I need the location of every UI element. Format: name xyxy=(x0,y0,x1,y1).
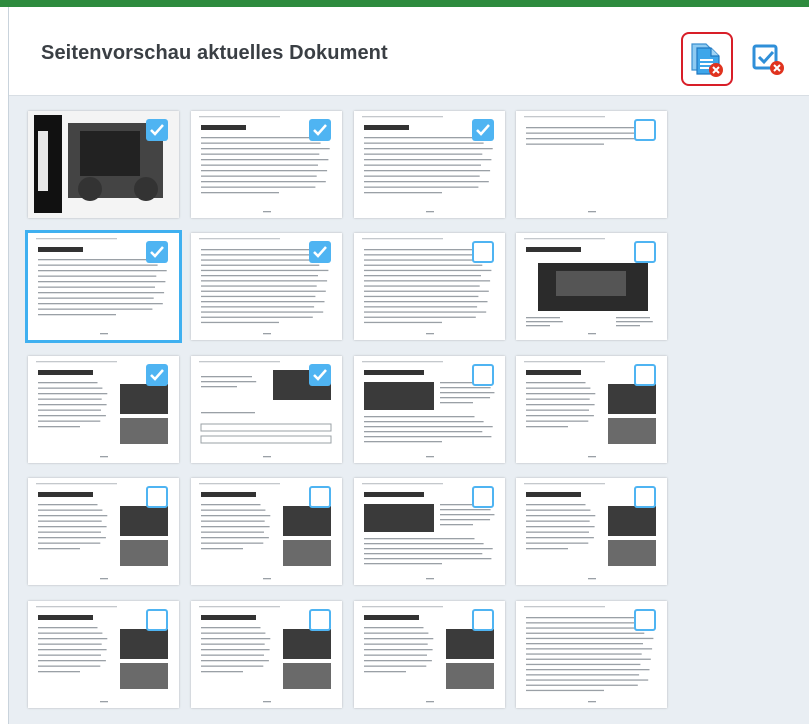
page-checkbox[interactable] xyxy=(472,364,494,386)
page-checkbox[interactable] xyxy=(472,609,494,631)
page-checkbox[interactable] xyxy=(634,364,656,386)
page-checkbox[interactable] xyxy=(146,119,168,141)
page-checkbox[interactable] xyxy=(472,241,494,263)
page-checkbox[interactable] xyxy=(146,486,168,508)
page-thumbnail[interactable] xyxy=(191,356,342,463)
checkmark-icon xyxy=(150,246,164,258)
document-remove-icon xyxy=(691,43,723,77)
page-thumbnail[interactable] xyxy=(516,601,667,708)
page-checkbox[interactable] xyxy=(309,609,331,631)
page-checkbox[interactable] xyxy=(472,119,494,141)
page-checkbox[interactable] xyxy=(146,241,168,263)
page-checkbox[interactable] xyxy=(309,241,331,263)
top-accent-bar xyxy=(0,0,809,7)
page-checkbox[interactable] xyxy=(634,486,656,508)
page-thumbnail[interactable] xyxy=(354,601,505,708)
page-thumbnail[interactable] xyxy=(516,233,667,340)
page-checkbox[interactable] xyxy=(309,364,331,386)
page-checkbox[interactable] xyxy=(634,241,656,263)
page-thumbnail-grid xyxy=(9,96,809,724)
page-thumbnail[interactable] xyxy=(191,111,342,218)
page-checkbox[interactable] xyxy=(634,119,656,141)
page-thumbnail[interactable] xyxy=(191,233,342,340)
page-thumbnail[interactable] xyxy=(28,356,179,463)
page-checkbox[interactable] xyxy=(146,364,168,386)
remove-document-button[interactable] xyxy=(681,32,733,86)
panel-header: Seitenvorschau aktuelles Dokument xyxy=(9,7,809,96)
page-checkbox[interactable] xyxy=(309,486,331,508)
page-thumbnail[interactable] xyxy=(25,230,182,343)
page-title: Seitenvorschau aktuelles Dokument xyxy=(41,42,388,64)
page-thumbnail[interactable] xyxy=(191,478,342,585)
checkmark-icon xyxy=(313,124,327,136)
checkbox-remove-icon xyxy=(752,44,784,75)
checkmark-icon xyxy=(150,124,164,136)
page-thumbnail[interactable] xyxy=(28,478,179,585)
page-thumbnail[interactable] xyxy=(516,111,667,218)
page-checkbox[interactable] xyxy=(309,119,331,141)
page-thumbnail[interactable] xyxy=(516,356,667,463)
page-thumbnail[interactable] xyxy=(354,111,505,218)
page-thumbnail[interactable] xyxy=(191,601,342,708)
page-thumbnail[interactable] xyxy=(516,478,667,585)
checkmark-icon xyxy=(313,246,327,258)
page-thumbnail[interactable] xyxy=(28,111,179,218)
deselect-all-button[interactable] xyxy=(742,32,794,86)
page-checkbox[interactable] xyxy=(146,609,168,631)
page-thumbnail[interactable] xyxy=(354,478,505,585)
page-checkbox[interactable] xyxy=(472,486,494,508)
checkmark-icon xyxy=(476,124,490,136)
page-thumbnail[interactable] xyxy=(28,601,179,708)
page-checkbox[interactable] xyxy=(634,609,656,631)
checkmark-icon xyxy=(313,369,327,381)
checkmark-icon xyxy=(150,369,164,381)
page-thumbnail[interactable] xyxy=(354,356,505,463)
page-thumbnail[interactable] xyxy=(354,233,505,340)
